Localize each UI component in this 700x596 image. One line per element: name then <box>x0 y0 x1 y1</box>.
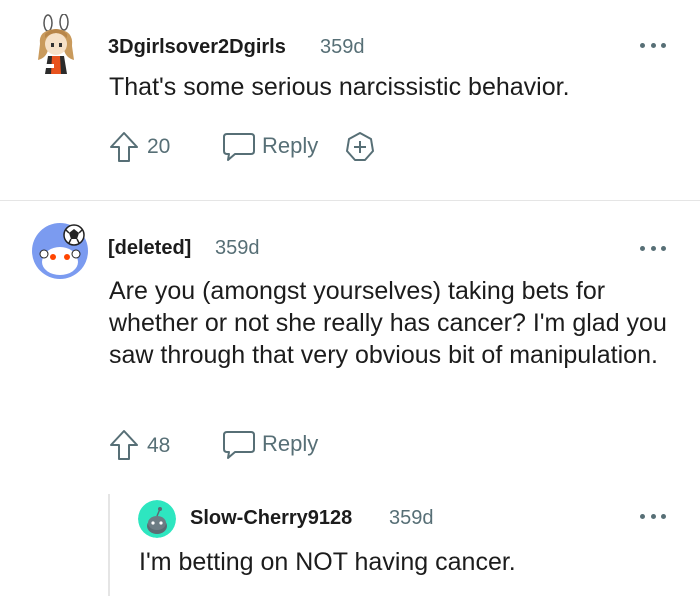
user-avatar[interactable] <box>34 14 86 76</box>
user-avatar[interactable] <box>30 220 90 280</box>
comment-age: 359d <box>215 237 260 259</box>
comment-age: 359d <box>320 36 365 58</box>
upvote-arrow-icon[interactable] <box>109 131 139 163</box>
comment-username[interactable]: 3Dgirlsover2Dgirls <box>108 36 286 59</box>
more-options-icon[interactable] <box>640 40 666 50</box>
speech-bubble-icon <box>222 430 256 460</box>
award-plus-icon[interactable] <box>344 131 376 163</box>
thread-line <box>108 494 110 596</box>
comment-username[interactable]: Slow-Cherry9128 <box>190 507 352 530</box>
comment-username: [deleted] <box>108 237 192 259</box>
vote-count: 48 <box>147 434 171 457</box>
reply-button[interactable]: Reply <box>222 130 322 164</box>
vote-count: 20 <box>147 135 171 158</box>
comment-age: 359d <box>389 507 434 529</box>
comment-body: That's some serious narcissistic behavio… <box>109 73 570 101</box>
upvote-arrow-icon[interactable] <box>109 429 139 461</box>
reply-label: Reply <box>262 133 319 158</box>
comment-body: Are you (amongst yourselves) taking bets… <box>109 277 667 369</box>
user-avatar[interactable] <box>138 500 176 538</box>
comment-divider <box>0 200 700 201</box>
speech-bubble-icon <box>222 132 256 162</box>
more-options-icon[interactable] <box>640 243 666 253</box>
comment-body: I'm betting on NOT having cancer. <box>139 548 516 576</box>
reply-label: Reply <box>262 431 319 456</box>
reply-button[interactable]: Reply <box>222 428 322 462</box>
more-options-icon[interactable] <box>640 511 666 521</box>
